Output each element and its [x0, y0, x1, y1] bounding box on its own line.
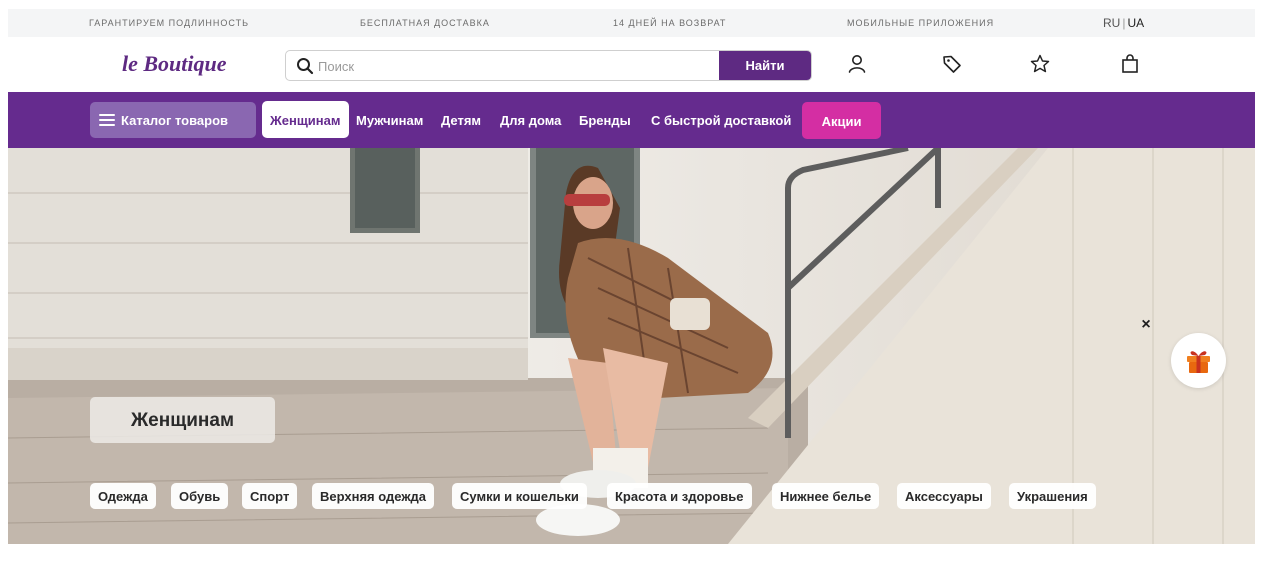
nav-item-men[interactable]: Мужчинам: [356, 113, 423, 128]
lang-ua-link[interactable]: UA: [1127, 16, 1144, 30]
nav-item-home[interactable]: Для дома: [500, 113, 561, 128]
catalog-label: Каталог товаров: [121, 113, 229, 128]
nav-item-brands[interactable]: Бренды: [579, 113, 631, 128]
search-button[interactable]: Найти: [719, 51, 811, 80]
category-chip-sport[interactable]: Спорт: [242, 483, 298, 509]
nav-item-fast-delivery[interactable]: С быстрой доставкой: [651, 113, 791, 128]
lang-separator: |: [1122, 16, 1126, 30]
nav-item-women[interactable]: Женщинам: [262, 101, 349, 138]
tag-icon[interactable]: [940, 52, 964, 76]
category-chip-beauty[interactable]: Красота и здоровье: [607, 483, 752, 509]
nav-item-kids[interactable]: Детям: [441, 113, 481, 128]
user-icon[interactable]: [845, 52, 869, 76]
category-chip-accessories[interactable]: Аксессуары: [897, 483, 991, 509]
language-switcher: RU | UA: [1103, 16, 1144, 30]
category-chip-shoes[interactable]: Обувь: [171, 483, 229, 509]
gift-widget-button[interactable]: [1171, 333, 1226, 388]
promo-button[interactable]: Акции: [802, 102, 881, 139]
star-icon[interactable]: [1028, 52, 1052, 76]
site-logo[interactable]: le Boutique: [122, 51, 227, 77]
main-navigation: Каталог товаров Женщинам Мужчинам Детям …: [8, 92, 1255, 148]
site-header: le Boutique Найти: [8, 37, 1255, 92]
close-icon[interactable]: ×: [1137, 316, 1155, 334]
return-policy-link[interactable]: 14 ДНЕЙ НА ВОЗВРАТ: [613, 18, 726, 28]
category-chip-lingerie[interactable]: Нижнее белье: [772, 483, 880, 509]
free-delivery-link[interactable]: БЕСПЛАТНАЯ ДОСТАВКА: [360, 18, 490, 28]
category-chip-outerwear[interactable]: Верхняя одежда: [312, 483, 435, 509]
category-chip-jewelry[interactable]: Украшения: [1009, 483, 1096, 509]
hero-title: Женщинам: [90, 397, 275, 443]
search-input[interactable]: [318, 55, 718, 77]
lang-ru-link[interactable]: RU: [1103, 16, 1120, 30]
authenticity-guarantee-link[interactable]: ГАРАНТИРУЕМ ПОДЛИННОСТЬ: [89, 18, 249, 28]
top-info-bar: ГАРАНТИРУЕМ ПОДЛИННОСТЬ БЕСПЛАТНАЯ ДОСТА…: [8, 9, 1255, 37]
menu-icon: [99, 114, 115, 126]
mobile-apps-link[interactable]: МОБИЛЬНЫЕ ПРИЛОЖЕНИЯ: [847, 18, 994, 28]
category-chip-bags[interactable]: Сумки и кошельки: [452, 483, 587, 509]
catalog-button[interactable]: Каталог товаров: [90, 102, 256, 138]
hero-banner[interactable]: Женщинам Одежда Обувь Спорт Верхняя одеж…: [8, 148, 1255, 544]
category-chip-clothing[interactable]: Одежда: [90, 483, 156, 509]
gift-icon: [1187, 351, 1210, 373]
bag-icon[interactable]: [1118, 52, 1142, 76]
search-bar: Найти: [285, 50, 812, 81]
search-icon: [297, 58, 314, 75]
